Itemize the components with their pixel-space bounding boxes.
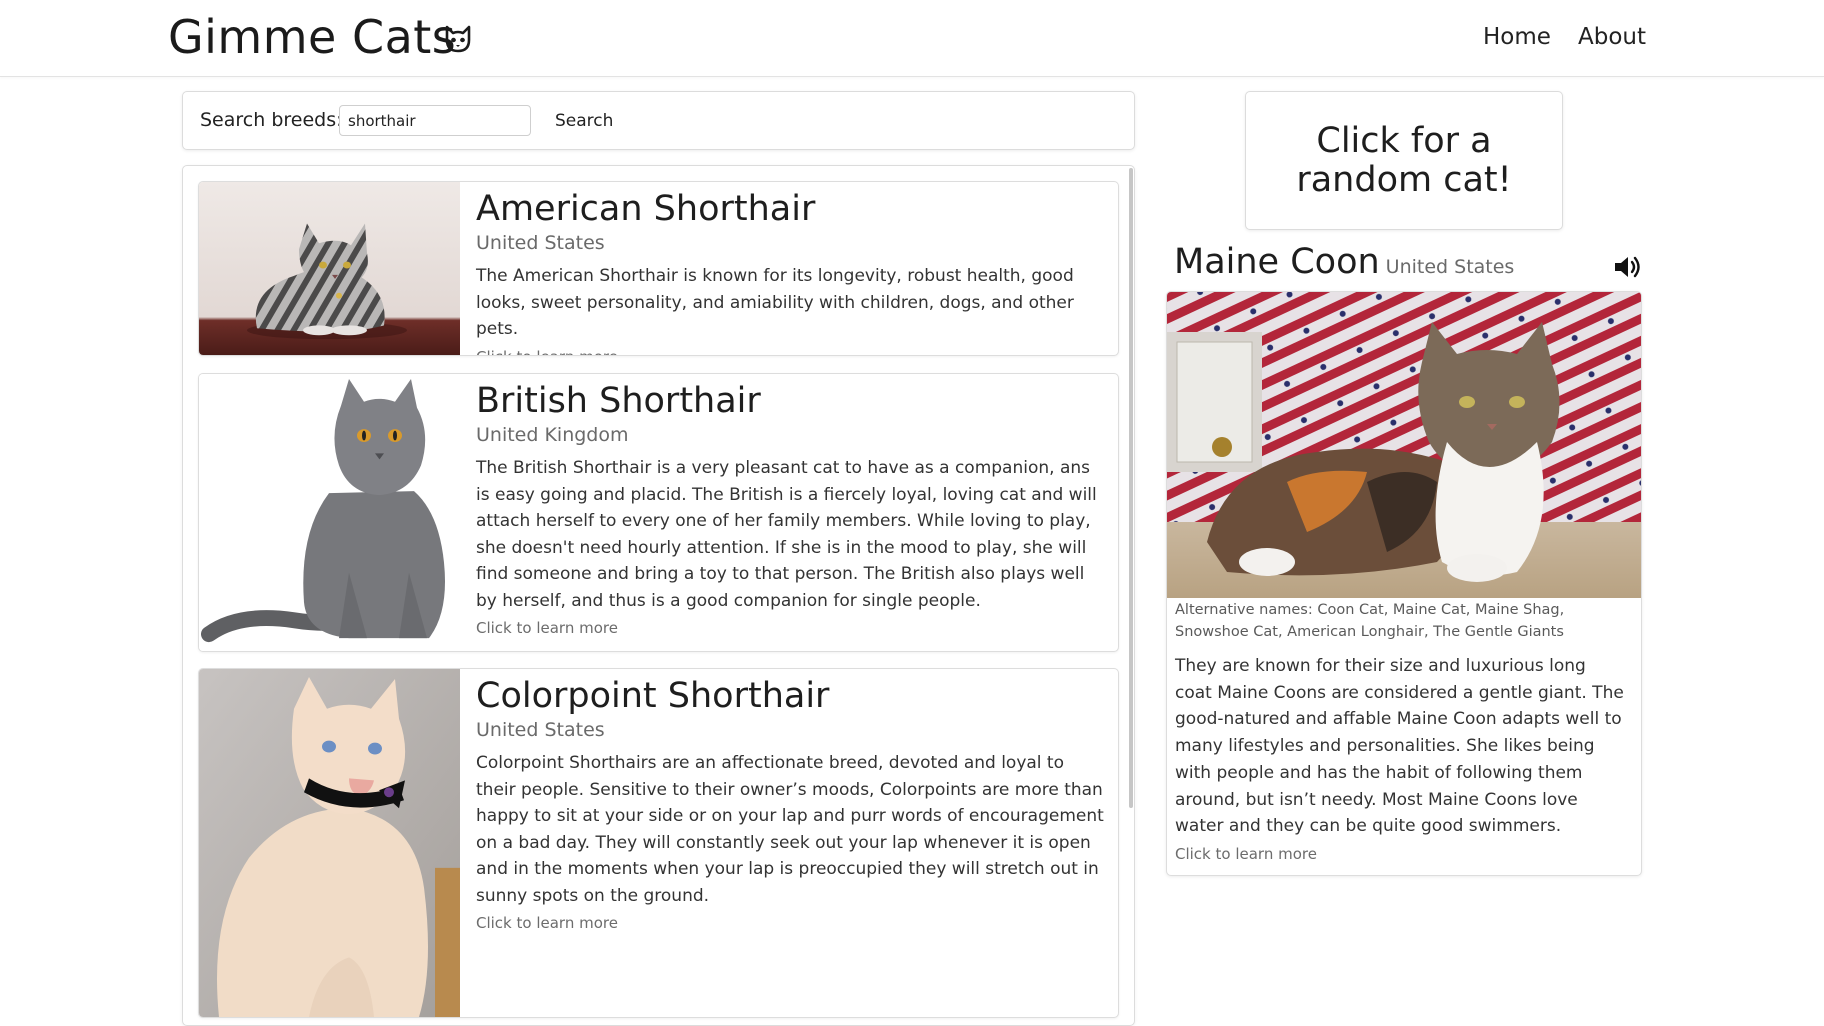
search-panel: Search breeds: Search <box>182 91 1135 150</box>
breed-name: Colorpoint Shorthair <box>476 676 830 716</box>
breed-card-american-shorthair[interactable]: American Shorthair United States The Ame… <box>198 181 1119 356</box>
speaker-icon[interactable] <box>1612 252 1642 282</box>
scrollbar[interactable] <box>1128 166 1134 1025</box>
featured-description: They are known for their size and luxuri… <box>1175 656 1624 837</box>
breed-photo <box>199 374 460 651</box>
breed-name: British Shorthair <box>476 381 761 421</box>
search-button[interactable]: Search <box>545 105 623 136</box>
breed-origin: United Kingdom <box>476 424 629 446</box>
breed-photo <box>199 669 460 1017</box>
featured-breed-origin: United States <box>1385 256 1515 278</box>
cat-face-icon <box>445 25 471 53</box>
featured-breed-name: Maine Coon <box>1174 242 1380 282</box>
breed-photo <box>199 182 460 355</box>
breed-card-british-shorthair[interactable]: British Shorthair United Kingdom The Bri… <box>198 373 1119 652</box>
breed-description: The American Shorthair is known for its … <box>476 266 1074 339</box>
search-label: Search breeds: <box>200 109 343 131</box>
learn-more-link[interactable]: Click to learn more <box>476 914 1104 932</box>
featured-breed-heading: Maine Coon United States <box>1174 242 1514 282</box>
random-cat-button[interactable]: Click for a random cat! <box>1245 91 1563 230</box>
results-list[interactable]: American Shorthair United States The Ame… <box>182 165 1135 1026</box>
search-input[interactable] <box>339 105 531 136</box>
site-logo-text[interactable]: Gimme Cats <box>168 10 456 64</box>
top-navbar: Gimme Cats Home About <box>0 0 1824 77</box>
learn-more-link[interactable]: Click to learn more <box>476 619 1104 637</box>
breed-name: American Shorthair <box>476 189 816 229</box>
nav-home-link[interactable]: Home <box>1483 24 1551 50</box>
breed-origin: United States <box>476 232 605 254</box>
scrollbar-thumb[interactable] <box>1129 168 1133 808</box>
featured-breed-card[interactable]: Alternative names: Coon Cat, Maine Cat, … <box>1166 291 1642 876</box>
featured-breed-photo <box>1167 292 1641 598</box>
breed-card-colorpoint-shorthair[interactable]: Colorpoint Shorthair United States Color… <box>198 668 1119 1018</box>
featured-alt-names: Alternative names: Coon Cat, Maine Cat, … <box>1175 602 1565 640</box>
breed-description: Colorpoint Shorthairs are an affectionat… <box>476 753 1104 906</box>
breed-description: The British Shorthair is a very pleasant… <box>476 458 1097 611</box>
featured-learn-more-link[interactable]: Click to learn more <box>1175 845 1317 863</box>
learn-more-link[interactable]: Click to learn more <box>476 348 1104 356</box>
breed-origin: United States <box>476 719 605 741</box>
nav-about-link[interactable]: About <box>1578 24 1646 50</box>
